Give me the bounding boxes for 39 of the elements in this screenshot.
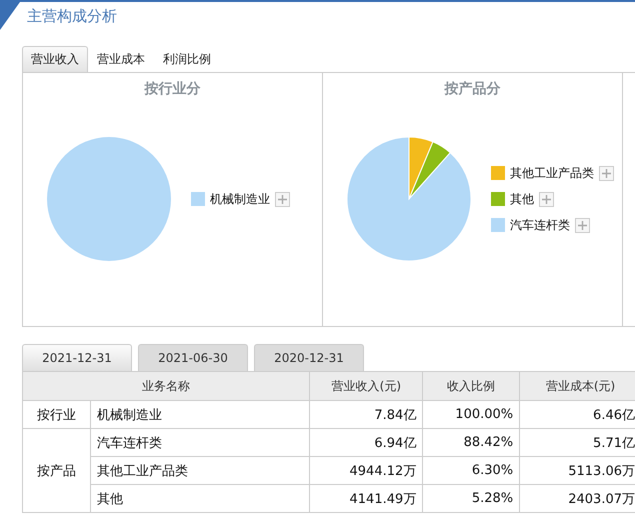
date-tab[interactable]: 2020-12-31: [254, 344, 364, 371]
section-title: 主营构成分析: [27, 7, 117, 27]
expand-button[interactable]: [599, 166, 614, 180]
table-cell: 6.30%: [422, 456, 520, 484]
date-tab[interactable]: 2021-06-30: [138, 344, 248, 371]
tab[interactable]: 营业成本: [88, 46, 154, 72]
legend-label: 其他: [510, 190, 534, 208]
tab[interactable]: 营业收入: [22, 46, 88, 72]
table-cell: 88.42%: [422, 428, 520, 456]
expand-button[interactable]: [539, 192, 554, 206]
expand-button[interactable]: [575, 218, 590, 232]
table-cell: 100.00%: [422, 400, 520, 428]
column-header: 收入比例: [422, 372, 520, 400]
expand-button[interactable]: [275, 192, 290, 206]
plus-icon: [278, 194, 287, 204]
plus-icon: [578, 220, 587, 230]
legend-label: 其他工业产品类: [510, 164, 594, 182]
plus-icon: [602, 168, 611, 178]
table-cell: 7.84亿: [310, 400, 423, 428]
table-cell: 4141.49万: [310, 484, 423, 512]
plus-icon: [542, 194, 551, 204]
table-cell: 机械制造业: [90, 400, 310, 428]
table-cell: 4944.12万: [310, 456, 423, 484]
chart-title: 按产品分: [444, 80, 500, 98]
table-cell: 6.94亿: [310, 428, 423, 456]
table-cell: 其他: [90, 484, 310, 512]
table-cell: 5.28%: [422, 484, 520, 512]
column-header: 营业收入(元): [310, 372, 423, 400]
table-cell: 汽车连杆类: [90, 428, 310, 456]
chart-title: 按行业分: [144, 80, 200, 98]
date-tab[interactable]: 2021-12-31: [22, 344, 132, 371]
table-cell: 其他工业产品类: [90, 456, 310, 484]
tab[interactable]: 利润比例: [154, 46, 220, 72]
group-cell: 按行业: [22, 400, 90, 428]
legend-label: 汽车连杆类: [510, 216, 570, 234]
group-cell: 按产品: [22, 428, 90, 512]
column-header: 业务名称: [22, 372, 310, 400]
legend-label: 机械制造业: [210, 190, 270, 208]
column-header: 营业成本(元): [520, 372, 635, 400]
